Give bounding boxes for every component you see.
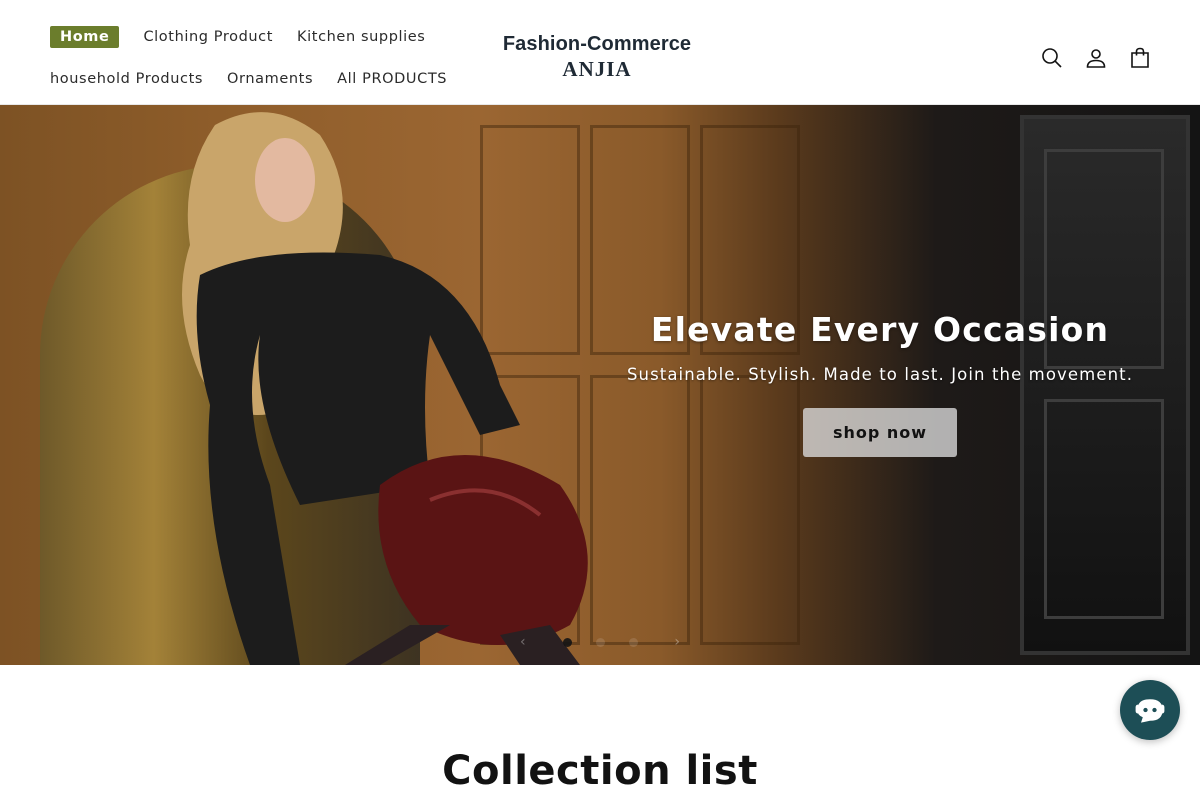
hero-content: Elevate Every Occasion Sustainable. Styl… <box>600 310 1160 457</box>
slider-dot[interactable] <box>562 637 572 647</box>
chevron-left-icon[interactable]: ‹ <box>520 634 526 650</box>
slider-dots <box>551 637 650 647</box>
nav-clothing-product[interactable]: Clothing Product <box>143 29 273 45</box>
slider-dot[interactable] <box>595 637 605 647</box>
slider-dot[interactable] <box>628 637 638 647</box>
header-icons <box>1038 44 1170 72</box>
logo-line-2: ANJIA <box>562 57 632 81</box>
site-header: Home Clothing Product Kitchen supplies h… <box>0 0 1200 105</box>
chat-bot-icon <box>1135 699 1165 723</box>
search-icon[interactable] <box>1038 44 1066 72</box>
nav-row-2: household Products Ornaments All PRODUCT… <box>50 66 470 92</box>
cart-icon[interactable] <box>1126 44 1154 72</box>
nav-kitchen-supplies[interactable]: Kitchen supplies <box>297 29 425 45</box>
collection-list-title: Collection list <box>442 748 758 794</box>
nav-home[interactable]: Home <box>50 26 120 48</box>
chevron-right-icon[interactable]: › <box>674 634 680 650</box>
nav-household-products[interactable]: household Products <box>50 71 203 87</box>
hero-banner: Elevate Every Occasion Sustainable. Styl… <box>0 105 1200 665</box>
nav-ornaments[interactable]: Ornaments <box>227 71 313 87</box>
hero-title: Elevate Every Occasion <box>650 310 1110 349</box>
nav-all-products[interactable]: All PRODUCTS <box>337 71 447 87</box>
hero-subtitle: Sustainable. Stylish. Made to last. Join… <box>626 365 1134 384</box>
site-logo[interactable]: Fashion-Commerce ANJIA <box>494 33 700 82</box>
main-nav: Home Clothing Product Kitchen supplies h… <box>50 24 470 92</box>
logo-line-1: Fashion-Commerce <box>502 33 692 55</box>
nav-row-1: Home Clothing Product Kitchen supplies <box>50 24 470 50</box>
slider-controls: ‹ › <box>520 632 680 652</box>
hero-model-image <box>182 112 588 665</box>
account-icon[interactable] <box>1082 44 1110 72</box>
chat-widget-button[interactable] <box>1120 680 1180 740</box>
shop-now-button[interactable]: shop now <box>802 408 958 457</box>
